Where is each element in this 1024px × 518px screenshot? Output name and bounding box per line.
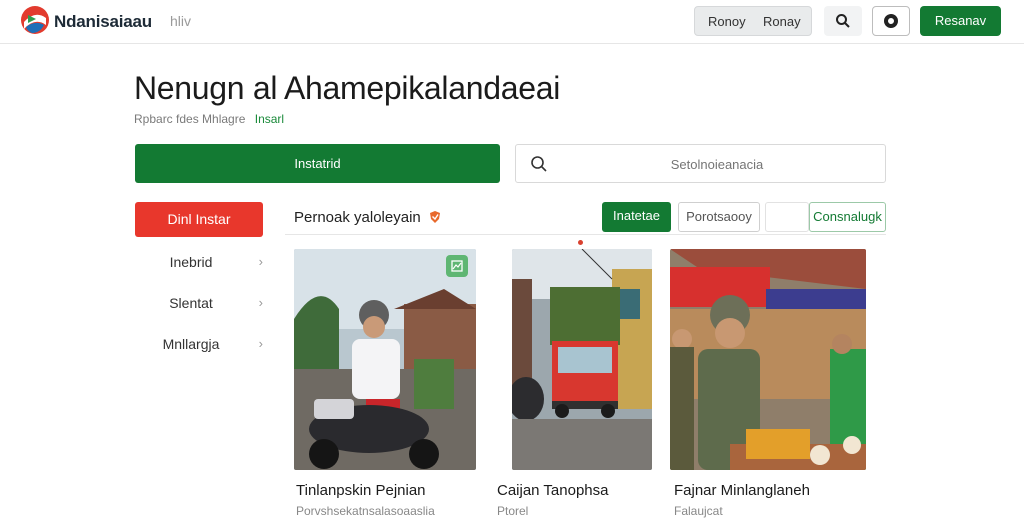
sidebar-primary-button[interactable]: Dinl Instar: [135, 202, 263, 237]
search-button[interactable]: [824, 6, 862, 36]
chevron-right-icon: ›: [258, 254, 263, 269]
chevron-right-icon: ›: [258, 336, 263, 351]
card-title[interactable]: Caijan Tanophsa: [497, 482, 608, 499]
card-photo[interactable]: [294, 249, 476, 470]
image-badge-icon: [446, 255, 468, 277]
segment-option-2[interactable]: Ronay: [763, 14, 801, 29]
subtitle-text: Rpbarc fdes Mhlagre: [134, 112, 246, 126]
brand-logo-icon[interactable]: [20, 5, 50, 35]
card-title[interactable]: Fajnar Minlanglaneh: [674, 482, 810, 499]
search-icon: [836, 14, 850, 28]
feed-title-text: Pernoak yaloleyain: [294, 209, 421, 226]
sidebar-item-label: Slentat: [169, 295, 213, 311]
sidebar-item-2[interactable]: Slentat ›: [135, 292, 263, 316]
chevron-right-icon: ›: [258, 295, 263, 310]
card-subtitle: Falaujcat: [674, 504, 723, 518]
feed-title: Pernoak yaloleyain: [294, 209, 441, 226]
primary-action-button[interactable]: Instatrid: [135, 144, 500, 183]
view-button[interactable]: [872, 6, 910, 36]
segment-option-1[interactable]: Ronoy: [708, 14, 746, 29]
search-field[interactable]: [515, 144, 886, 183]
header-cta-button[interactable]: Resanav: [920, 6, 1001, 36]
subtitle-link[interactable]: Insarl: [255, 112, 284, 126]
notification-dot: [578, 240, 583, 245]
sidebar-item-label: Inebrid: [169, 254, 213, 270]
sidebar-item-label: Mnllargja: [162, 336, 220, 352]
feed-header: Pernoak yaloleyain Inatetae Porotsaooy C…: [285, 202, 886, 235]
filter-button-empty[interactable]: [765, 202, 809, 232]
shield-badge-icon: [429, 211, 440, 223]
card-subtitle: Porvshsekatnsalasoaaslia: [296, 504, 435, 518]
sidebar-item-3[interactable]: Mnllargja ›: [135, 333, 263, 357]
search-input[interactable]: [562, 153, 872, 175]
filter-button-secondary[interactable]: Porotsaooy: [678, 202, 760, 232]
eye-icon: [884, 14, 898, 28]
card-photo[interactable]: [512, 249, 652, 470]
page-subtitle: Rpbarc fdes Mhlagre Insarl: [134, 112, 284, 126]
brand-name[interactable]: Ndanisaiaau: [54, 12, 152, 32]
search-icon: [531, 156, 547, 172]
segmented-control: Ronoy Ronay: [694, 6, 812, 36]
sidebar-item-1[interactable]: Inebrid ›: [135, 251, 263, 275]
card-photo[interactable]: [670, 249, 866, 470]
filter-button-tertiary[interactable]: Consnalugk: [809, 202, 886, 232]
page-title: Nenugn al Ahamepikalandaeai: [134, 70, 561, 106]
card-title[interactable]: Tinlanpskin Pejnian: [296, 482, 426, 499]
card-subtitle: Ptorel: [497, 504, 529, 518]
nav-link[interactable]: hliv: [170, 13, 191, 29]
top-navigation-bar: Ndanisaiaau hliv Ronoy Ronay Resanav: [0, 0, 1024, 44]
filter-button-primary[interactable]: Inatetae: [602, 202, 671, 232]
